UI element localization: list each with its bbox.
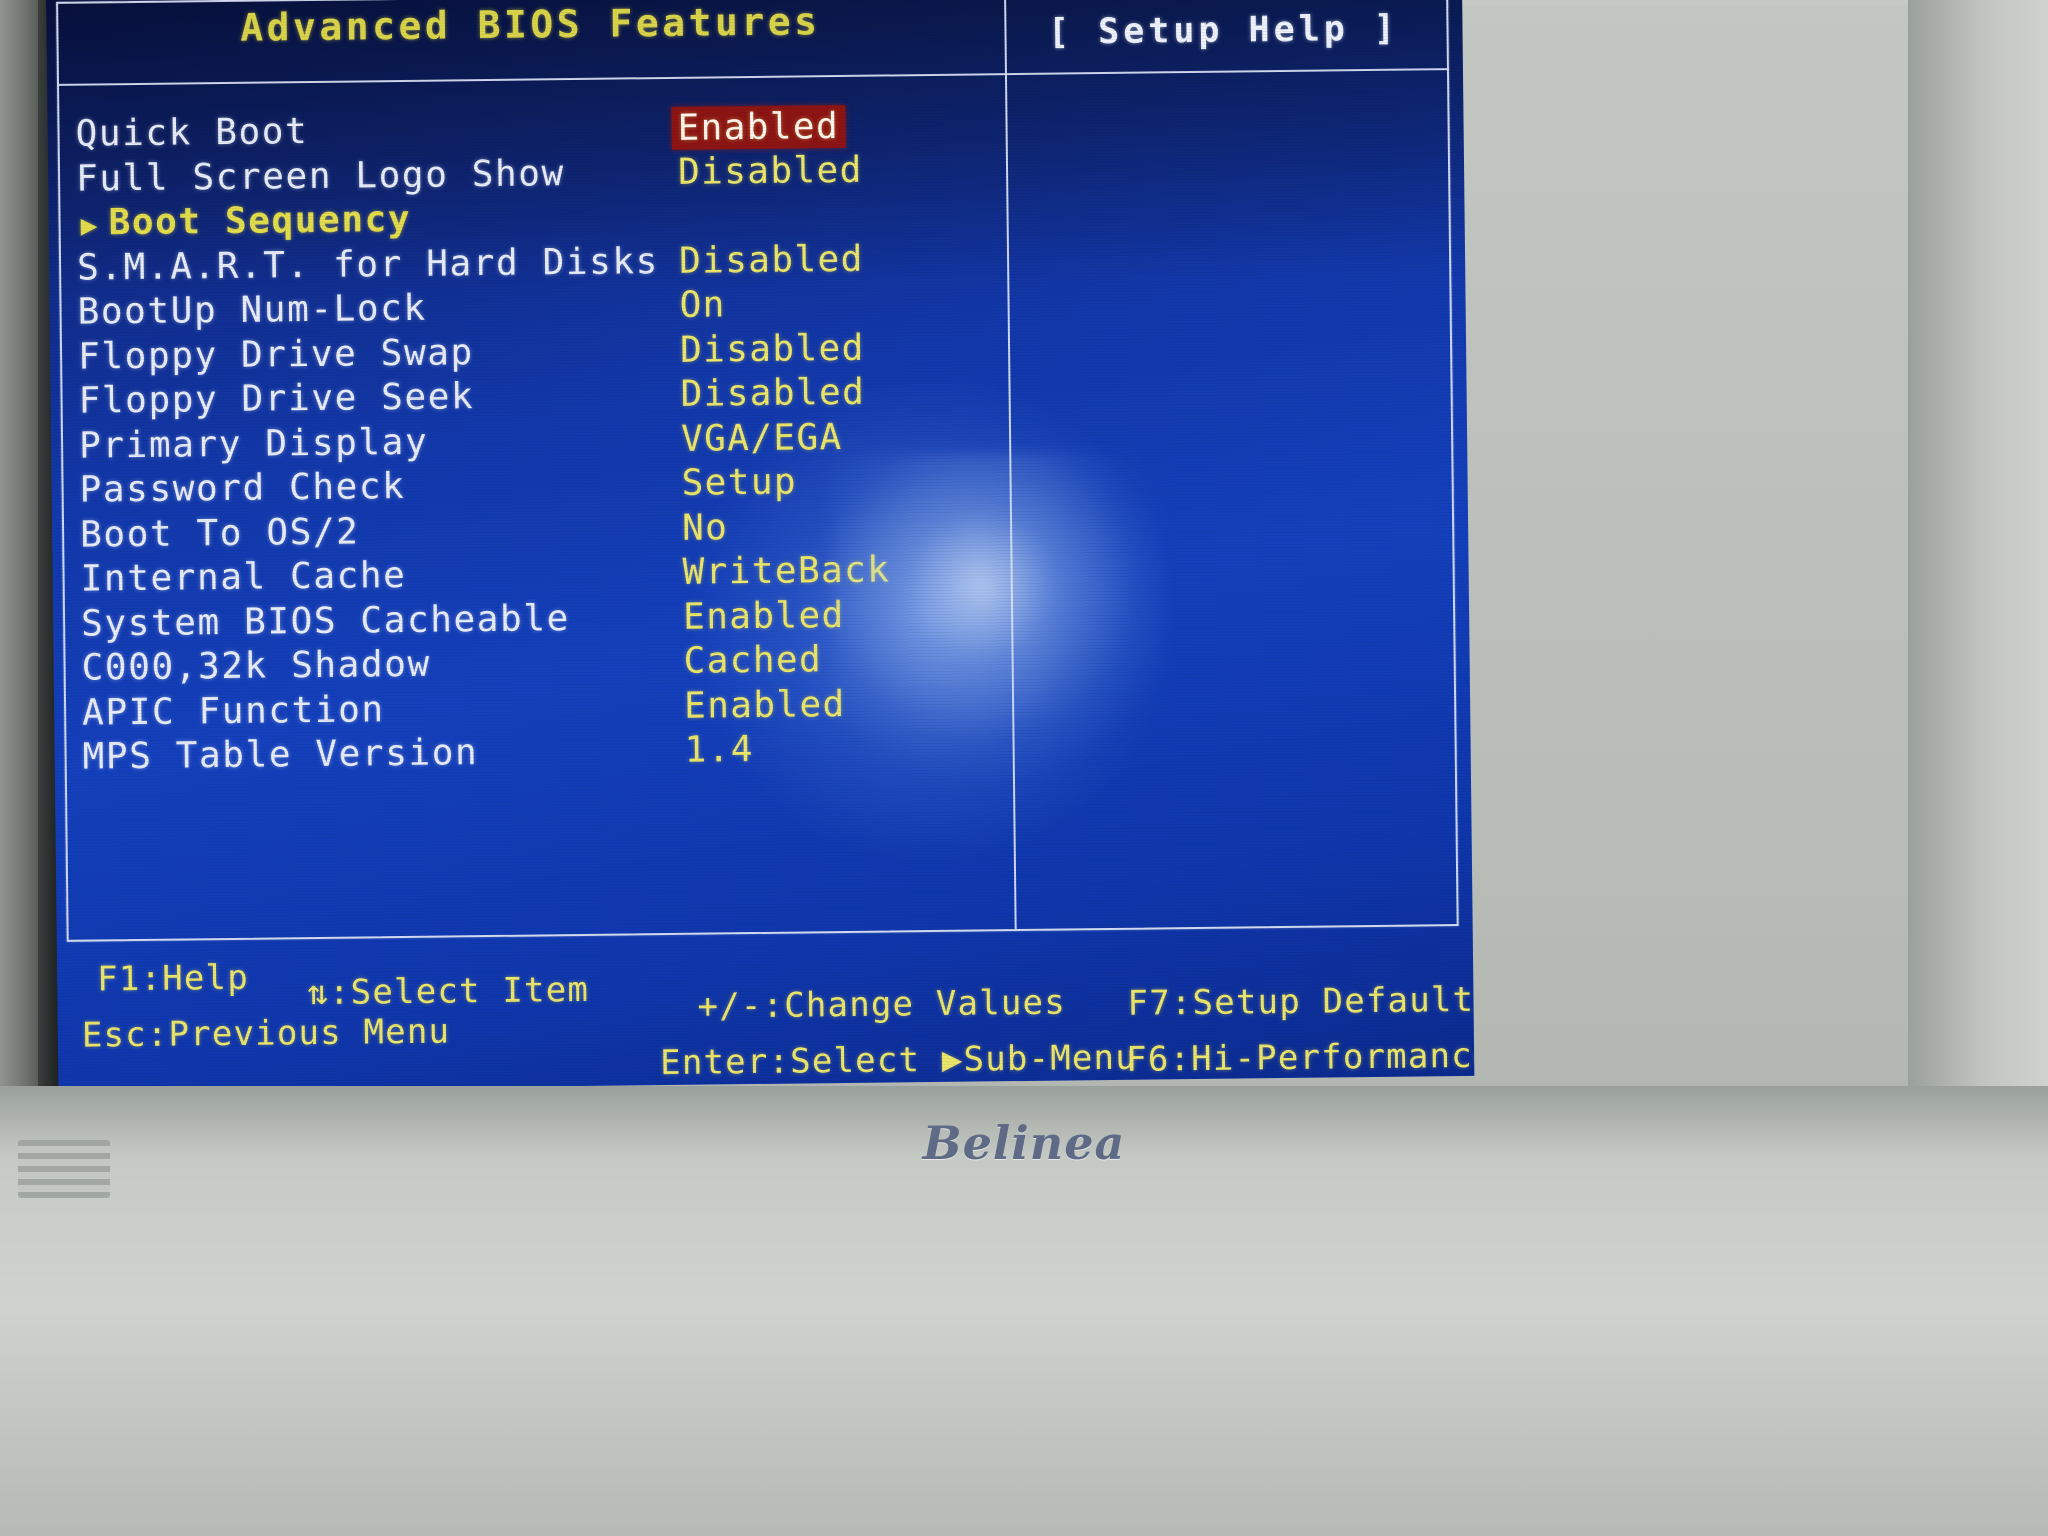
- footer-key-hi-performance[interactable]: F6:Hi-Performance: [1126, 1036, 1474, 1080]
- setting-value-selected[interactable]: Enabled: [671, 104, 846, 150]
- setting-label: C000,32k Shadow: [81, 643, 431, 689]
- footer-key-previous-menu[interactable]: Esc:Previous Menu: [82, 1011, 451, 1055]
- bezel-vent: [18, 1140, 110, 1198]
- bios-footer-help-bar: F1:Help ⇅:Select Item +/-:Change Values …: [67, 938, 1475, 1084]
- monitor-photo: Advanced BIOS Features [ Setup Help ] Qu…: [0, 0, 2048, 1536]
- setting-value[interactable]: Disabled: [678, 149, 863, 192]
- setting-value[interactable]: Enabled: [684, 683, 846, 726]
- setting-value[interactable]: Setup: [681, 462, 797, 504]
- setting-label: Full Screen Logo Show: [75, 152, 566, 200]
- setting-value[interactable]: Disabled: [679, 238, 864, 281]
- setting-label: MPS Table Version: [82, 732, 479, 778]
- footer-key-change-values[interactable]: +/-:Change Values: [697, 982, 1066, 1026]
- setup-help-panel-title: [ Setup Help ]: [1047, 8, 1400, 53]
- setting-value[interactable]: Cached: [683, 639, 822, 682]
- setting-label: Password Check: [79, 465, 406, 511]
- submenu-arrow-icon: ▶: [80, 208, 98, 242]
- setting-value[interactable]: WriteBack: [682, 549, 890, 592]
- setting-label: Floppy Drive Seek: [78, 376, 475, 422]
- footer-key-select-submenu[interactable]: Enter:Select ▶Sub-Menu: [660, 1038, 1137, 1083]
- monitor-brand-logo: Belinea: [922, 1116, 1126, 1170]
- setting-label: BootUp Num-Lock: [77, 287, 427, 333]
- bezel-right: [1908, 0, 2048, 1120]
- footer-key-select-item[interactable]: ⇅:Select Item: [307, 970, 589, 1013]
- footer-key-setup-defaults[interactable]: F7:Setup Defaults: [1127, 980, 1474, 1024]
- setting-label: Boot Sequency: [108, 198, 412, 244]
- setting-value[interactable]: On: [679, 284, 726, 326]
- setting-value[interactable]: VGA/EGA: [681, 416, 843, 459]
- bios-settings-list: Quick Boot Enabled Full Screen Logo Show Di…: [61, 103, 1009, 781]
- setting-label: Boot To OS/2: [79, 510, 360, 556]
- footer-key-help[interactable]: F1:Help: [97, 958, 249, 1000]
- setting-label: S.M.A.R.T. for Hard Disks: [76, 240, 660, 289]
- setting-value[interactable]: Enabled: [683, 594, 845, 637]
- setting-label: Floppy Drive Swap: [77, 331, 474, 378]
- setting-label: APIC Function: [81, 688, 385, 734]
- setting-label: System BIOS Cacheable: [80, 597, 571, 645]
- setting-value[interactable]: Disabled: [680, 372, 865, 415]
- setting-label: Quick Boot: [75, 111, 309, 155]
- setting-value[interactable]: Disabled: [680, 327, 865, 370]
- bios-screen: Advanced BIOS Features [ Setup Help ] Qu…: [46, 0, 1475, 1092]
- setting-value[interactable]: 1.4: [684, 729, 754, 771]
- setting-value[interactable]: No: [682, 507, 729, 549]
- setting-label: Internal Cache: [80, 554, 407, 600]
- setting-label: Primary Display: [78, 421, 429, 467]
